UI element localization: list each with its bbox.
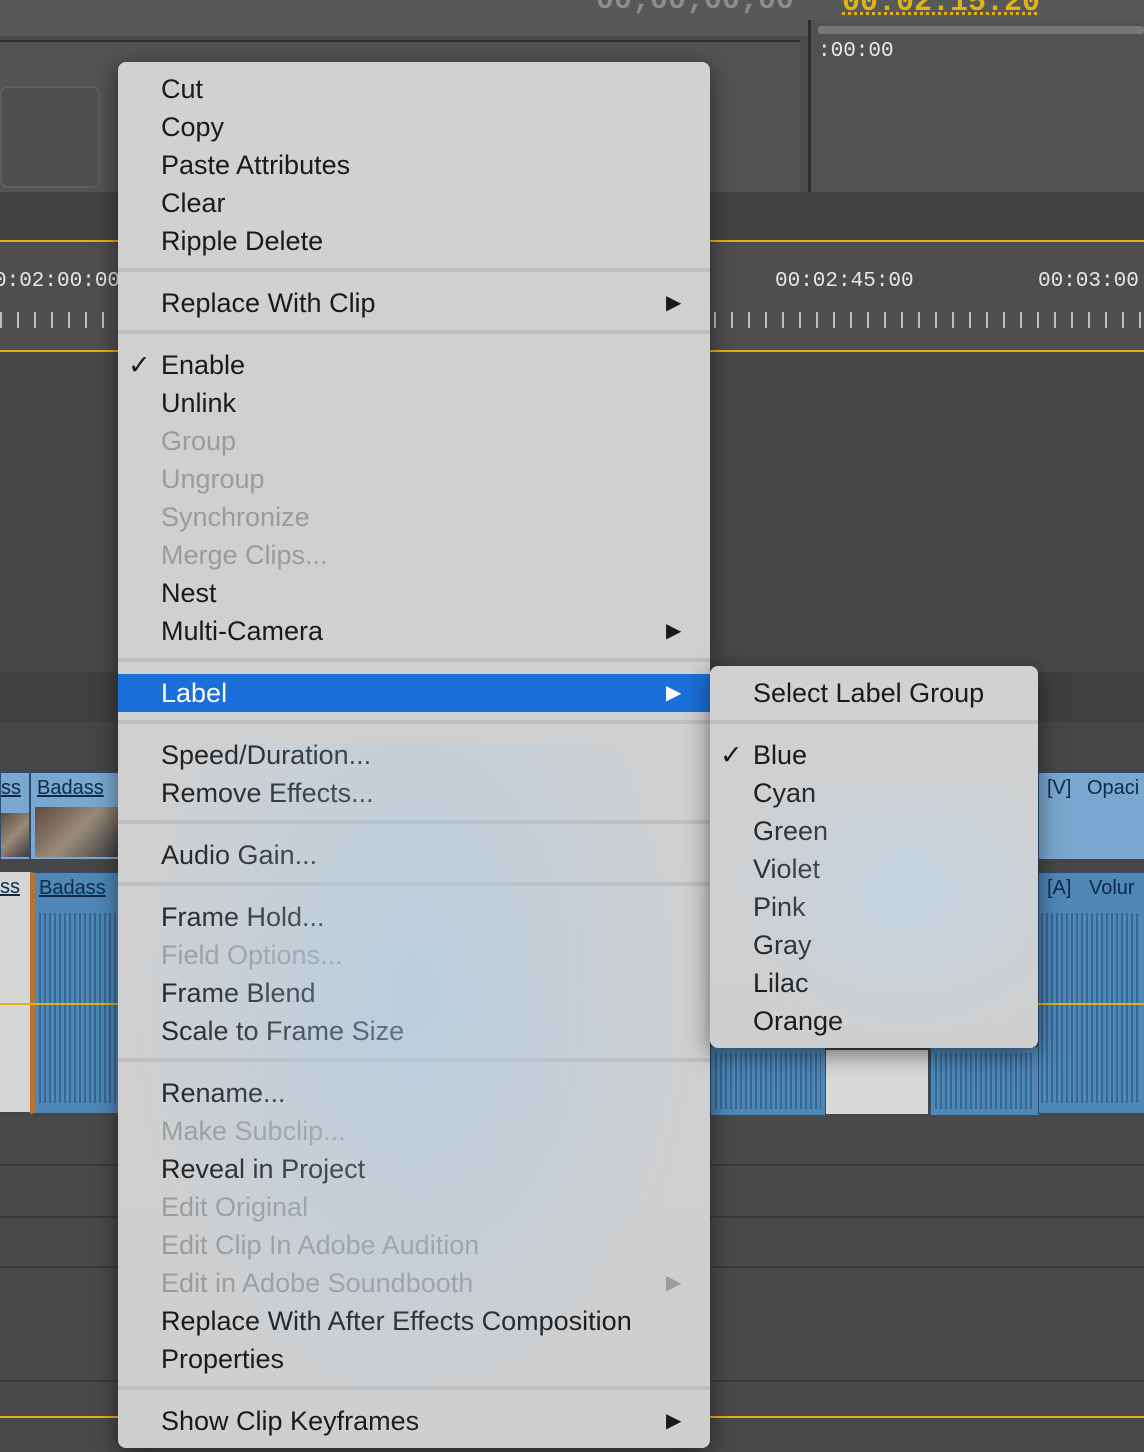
submenu-item-lilac[interactable]: Lilac: [710, 964, 1038, 1002]
program-timecode: :00:00: [818, 40, 894, 63]
menu-item-multi-camera[interactable]: Multi-Camera ▶: [118, 612, 710, 650]
menu-separator: [118, 658, 710, 662]
menu-item-paste-attributes[interactable]: Paste Attributes: [118, 146, 710, 184]
submenu-item-gray[interactable]: Gray: [710, 926, 1038, 964]
submenu-item-green[interactable]: Green: [710, 812, 1038, 850]
submenu-arrow-icon: ▶: [666, 682, 682, 704]
submenu-arrow-icon: ▶: [666, 620, 682, 642]
audio-waveform: [1041, 913, 1141, 1103]
submenu-arrow-icon: ▶: [666, 1272, 682, 1294]
submenu-arrow-icon: ▶: [666, 1410, 682, 1432]
clip-thumbnail: [1, 813, 29, 857]
menu-item-scale-to-frame-size[interactable]: Scale to Frame Size: [118, 1012, 710, 1050]
menu-item-cut[interactable]: Cut: [118, 70, 710, 108]
menu-item-merge-clips: Merge Clips...: [161, 540, 328, 570]
menu-separator: [118, 720, 710, 724]
menu-item-label[interactable]: Label ▶: [118, 674, 710, 712]
clip-thumbnail: [35, 807, 119, 857]
audio-clip-right[interactable]: [A] Volur: [1038, 872, 1144, 1114]
program-scrubber[interactable]: [818, 26, 1144, 34]
menu-separator: [118, 1386, 710, 1390]
menu-item-reveal-in-project[interactable]: Reveal in Project: [118, 1150, 710, 1188]
clip-title: Badass: [39, 877, 106, 899]
menu-item-edit-in-audition: Edit Clip In Adobe Audition: [161, 1230, 480, 1260]
submenu-item-cyan[interactable]: Cyan: [710, 774, 1038, 812]
menu-item-speed-duration[interactable]: Speed/Duration...: [118, 736, 710, 774]
menu-item-enable[interactable]: ✓ Enable: [118, 346, 710, 384]
submenu-item-violet[interactable]: Violet: [710, 850, 1038, 888]
menu-item-clear[interactable]: Clear: [118, 184, 710, 222]
menu-item-field-options: Field Options...: [161, 940, 343, 970]
audio-waveform: [715, 1053, 821, 1109]
menu-item-frame-hold[interactable]: Frame Hold...: [118, 898, 710, 936]
menu-separator: [118, 882, 710, 886]
tool-icon-grid[interactable]: [0, 86, 100, 188]
menu-item-edit-original: Edit Original: [161, 1192, 309, 1222]
menu-item-replace-with-clip[interactable]: Replace With Clip ▶: [118, 284, 710, 322]
menu-item-replace-with-ae-comp[interactable]: Replace With After Effects Composition: [118, 1302, 710, 1340]
menu-separator: [710, 720, 1038, 724]
submenu-item-select-label-group[interactable]: Select Label Group: [710, 674, 1038, 712]
menu-separator: [118, 330, 710, 334]
menu-separator: [118, 820, 710, 824]
video-clip-badass[interactable]: Badass: [30, 772, 120, 860]
submenu-item-blue[interactable]: ✓ Blue: [710, 736, 1038, 774]
current-timecode[interactable]: 00:02:15:20: [842, 0, 1040, 20]
menu-item-unlink[interactable]: Unlink: [118, 384, 710, 422]
ruler-time-2: 00:02:45:00: [775, 270, 914, 293]
checkmark-icon: ✓: [128, 350, 151, 380]
audio-clip-mid[interactable]: [710, 1046, 826, 1116]
video-clip-right[interactable]: [V] Opaci: [1038, 772, 1144, 860]
menu-item-show-clip-keyframes[interactable]: Show Clip Keyframes ▶: [118, 1402, 710, 1440]
audio-clip-prev[interactable]: ss: [0, 872, 30, 1112]
menu-item-make-subclip: Make Subclip...: [161, 1116, 346, 1146]
source-timecode: 00;00;00;00: [596, 0, 795, 18]
menu-item-edit-in-soundbooth: Edit in Adobe Soundbooth ▶: [118, 1264, 710, 1302]
menu-item-copy[interactable]: Copy: [118, 108, 710, 146]
menu-separator: [118, 1058, 710, 1062]
menu-item-remove-effects[interactable]: Remove Effects...: [118, 774, 710, 812]
clip-title: Badass: [37, 777, 104, 799]
menu-item-properties[interactable]: Properties: [118, 1340, 710, 1378]
submenu-arrow-icon: ▶: [666, 292, 682, 314]
menu-item-frame-blend[interactable]: Frame Blend: [118, 974, 710, 1012]
clip-context-menu: Cut Copy Paste Attributes Clear Ripple D…: [118, 62, 710, 1448]
menu-item-synchronize: Synchronize: [161, 502, 310, 532]
audio-clip-gray[interactable]: [826, 1050, 928, 1114]
ruler-time-3: 00:03:00:: [1038, 270, 1144, 293]
menu-item-ungroup: Ungroup: [161, 464, 265, 494]
menu-separator: [118, 268, 710, 272]
label-submenu: Select Label Group ✓ Blue Cyan Green Viol…: [710, 666, 1038, 1048]
video-clip-prev[interactable]: ss: [0, 772, 30, 860]
menu-item-rename[interactable]: Rename...: [118, 1074, 710, 1112]
submenu-item-orange[interactable]: Orange: [710, 1002, 1038, 1040]
menu-item-ripple-delete[interactable]: Ripple Delete: [118, 222, 710, 260]
checkmark-icon: ✓: [720, 740, 743, 770]
audio-clip-mid2[interactable]: [930, 1046, 1040, 1116]
ruler-time-1: 0:02:00:00: [0, 270, 121, 293]
menu-item-nest[interactable]: Nest: [118, 574, 710, 612]
audio-waveform: [935, 1053, 1035, 1109]
audio-waveform: [39, 913, 119, 1103]
menu-item-group: Group: [161, 426, 237, 456]
audio-clip-badass[interactable]: Badass: [30, 872, 124, 1114]
submenu-item-pink[interactable]: Pink: [710, 888, 1038, 926]
menu-item-audio-gain[interactable]: Audio Gain...: [118, 836, 710, 874]
